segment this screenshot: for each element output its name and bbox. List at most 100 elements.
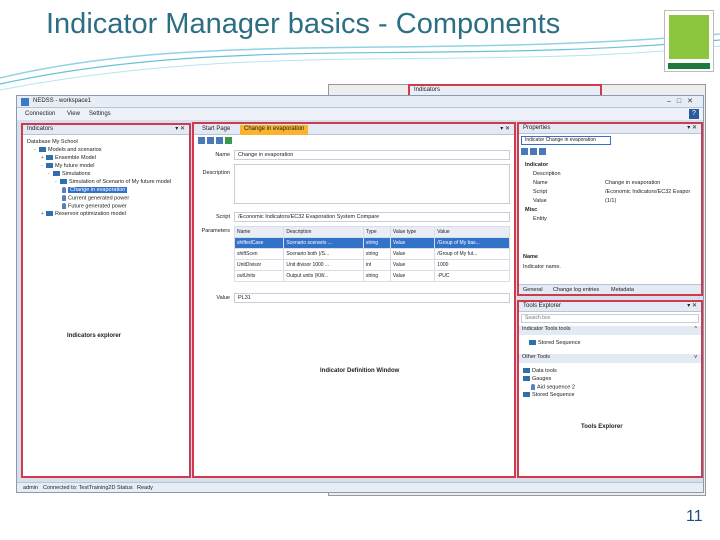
menu-connection[interactable]: Connection — [25, 111, 55, 117]
parameter-cell[interactable]: string — [362, 248, 391, 260]
properties-tabs: General Change log entries Metadata — [519, 284, 701, 294]
parameter-cell[interactable]: 1000 — [434, 259, 510, 271]
status-label: Status — [117, 485, 133, 491]
tree-node[interactable]: - My future model — [41, 163, 94, 170]
property-name[interactable]: Script — [533, 189, 547, 195]
object-selector[interactable]: Indicator Change in evaporation — [521, 136, 611, 145]
col-value-header[interactable]: Value — [434, 226, 510, 238]
parameter-cell[interactable]: Output units (KW... — [283, 270, 364, 282]
folder-icon — [46, 163, 53, 169]
tool-item[interactable]: Data tools — [523, 368, 557, 375]
categorized-icon[interactable] — [521, 148, 528, 155]
parameter-row[interactable]: shiftScen Scenario both (/S... string Value… — [233, 248, 510, 260]
property-value[interactable]: (1/1) — [605, 198, 616, 204]
parameter-cell[interactable]: outUnits — [233, 270, 285, 282]
parameter-cell[interactable]: Value — [389, 248, 436, 260]
tree-node[interactable]: - Simulation of Scenario of My future mod… — [55, 179, 171, 186]
collapse-icon[interactable]: ^ — [694, 326, 697, 332]
parameter-cell[interactable]: Value — [389, 259, 436, 271]
tree-node[interactable]: + Ensemble Model — [41, 155, 96, 162]
folder-icon — [53, 171, 60, 177]
menu-view[interactable]: View — [67, 111, 80, 117]
refresh-icon[interactable] — [225, 137, 232, 144]
parameter-cell[interactable]: /Group of My fut... — [434, 248, 510, 260]
property-pages-icon[interactable] — [539, 148, 546, 155]
parameter-row[interactable]: shiftedCase Scenario scenario ... string Va… — [233, 237, 510, 249]
tab-general[interactable]: General — [523, 287, 543, 293]
parameter-cell[interactable]: /Group of My bas... — [434, 237, 510, 249]
parameter-cell[interactable]: int — [362, 259, 391, 271]
menu-settings[interactable]: Settings — [89, 111, 111, 117]
tree-node[interactable]: + Reservoir optimization model — [41, 211, 126, 218]
parameter-cell[interactable]: UnitDivisor — [233, 259, 285, 271]
col-description-header[interactable]: Description — [283, 226, 364, 238]
tab-metadata[interactable]: Metadata — [611, 287, 634, 293]
help-icon[interactable]: ? — [689, 109, 699, 119]
parameter-cell[interactable]: Scenario both (/S... — [283, 248, 364, 260]
parameter-row[interactable]: outUnits Output units (KW... string Value -P… — [233, 270, 510, 282]
tree-node-label: Reservoir optimization model — [55, 211, 126, 217]
tab-change-in-evaporation[interactable]: Change in evaporation — [240, 125, 309, 135]
panel-pin-icon[interactable]: ▾ ✕ — [175, 125, 185, 134]
name-field[interactable]: Change in evaporation — [234, 150, 510, 160]
tools-section-other[interactable]: Other Tools v — [519, 354, 701, 363]
tree-node[interactable]: Future generated power — [62, 203, 127, 210]
tool-item[interactable]: Gauges — [523, 376, 551, 383]
parameter-row[interactable]: UnitDivisor Unit divisor 1000 ... int Value… — [233, 259, 510, 271]
parameter-cell[interactable]: -PUC — [434, 270, 510, 282]
tab-change-log[interactable]: Change log entries — [553, 287, 599, 293]
folder-icon — [523, 392, 530, 398]
value-field[interactable]: PL31 — [234, 293, 510, 303]
script-field[interactable]: /Economic Indicators/EC32 Evaporation Sy… — [234, 212, 510, 222]
col-type-header[interactable]: Type — [362, 226, 391, 238]
expand-icon[interactable]: v — [694, 354, 697, 360]
property-value[interactable]: Change in evaporation — [605, 180, 660, 186]
property-group[interactable]: Indicator — [525, 162, 548, 168]
parameter-cell[interactable]: Unit divisor 1000 ... — [283, 259, 364, 271]
tree-node-selected[interactable]: Change in evaporation — [62, 187, 128, 194]
description-field[interactable] — [234, 164, 510, 204]
indicator-definition-window: Start Page Change in evaporation ▾ ✕ Nam… — [192, 122, 516, 478]
parameter-cell[interactable]: shiftedCase — [233, 237, 285, 249]
tools-section-indicator[interactable]: Indicator Tools tools ^ — [519, 326, 701, 335]
status-connection: Connected to: TestTraining2D — [43, 485, 116, 491]
property-name[interactable]: Description — [533, 171, 561, 177]
tree-node[interactable]: - Simulations — [48, 171, 90, 178]
property-name[interactable]: Name — [533, 180, 548, 186]
parameter-cell[interactable]: shiftScen — [233, 248, 285, 260]
properties-pin-icon[interactable]: ▾ ✕ — [687, 124, 697, 133]
app-icon — [21, 98, 29, 106]
col-value-type-header[interactable]: Value type — [389, 226, 436, 238]
parameter-cell[interactable]: Value — [389, 270, 436, 282]
tools-explorer-panel: Tools Explorer ▾ ✕ Search box Indicator … — [517, 300, 703, 478]
tab-close-icon[interactable]: ▾ ✕ — [500, 125, 510, 132]
list-icon[interactable] — [198, 137, 205, 144]
parameter-cell[interactable]: Value — [389, 237, 436, 249]
tree-node-label: Database My School — [27, 139, 78, 145]
alphabetical-icon[interactable] — [530, 148, 537, 155]
tool-item-label: Data tools — [532, 368, 557, 374]
tools-search-input[interactable]: Search box — [521, 314, 699, 323]
save-icon[interactable] — [207, 137, 214, 144]
tree-node[interactable]: Current generated power — [62, 195, 129, 202]
property-name[interactable]: Value — [533, 198, 547, 204]
tree-node[interactable]: Database My School — [27, 139, 78, 146]
tools-pin-icon[interactable]: ▾ ✕ — [687, 302, 697, 311]
property-group[interactable]: Misc — [525, 207, 537, 213]
parameter-cell[interactable]: string — [362, 270, 391, 282]
tree-node[interactable]: - Models and scenarios — [34, 147, 102, 154]
parameter-cell[interactable]: string — [362, 237, 391, 249]
tool-item[interactable]: Stored Sequence — [523, 392, 575, 399]
tool-item[interactable]: Stored Sequence — [529, 340, 581, 347]
tab-start-page[interactable]: Start Page — [198, 125, 234, 135]
col-name-header[interactable]: Name — [233, 226, 285, 238]
property-help-title: Name — [523, 254, 538, 260]
tree-node-label: Simulation of Scenario of My future mode… — [69, 179, 172, 185]
parameter-cell[interactable]: Scenario scenario ... — [283, 237, 364, 249]
copy-icon[interactable] — [216, 137, 223, 144]
property-name[interactable]: Entity — [533, 216, 547, 222]
window-controls[interactable]: –□✕ — [667, 97, 699, 105]
institution-logo — [664, 10, 714, 72]
property-value[interactable]: /Economic Indicators/EC32 Evapor — [605, 189, 690, 195]
tool-item[interactable]: Aid sequence 2 — [531, 384, 575, 391]
